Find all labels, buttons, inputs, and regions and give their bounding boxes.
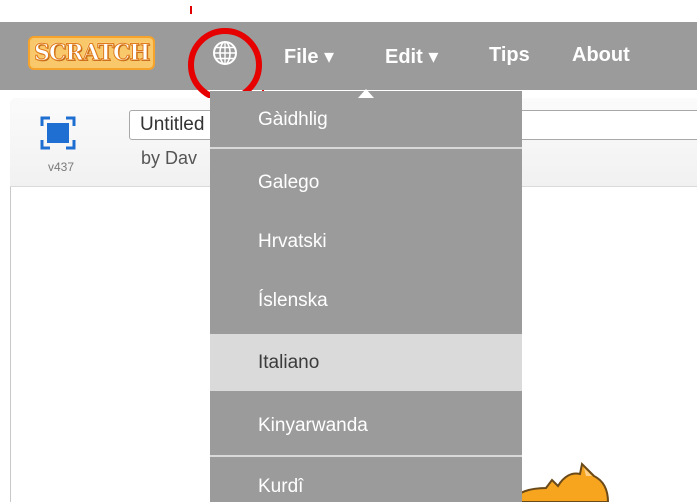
annotation-tick-left bbox=[190, 6, 192, 14]
cat-sprite[interactable] bbox=[508, 462, 618, 502]
scratch-logo[interactable]: SCRATCH bbox=[28, 36, 156, 70]
language-option-hrvatski[interactable]: Hrvatski bbox=[210, 213, 522, 270]
scratch-editor-screen: SCRATCH File ▾ Edit ▾ Tips About v437 by… bbox=[0, 0, 697, 502]
language-option-gaidhlig[interactable]: Gàidhlig bbox=[210, 91, 522, 148]
language-option-galego[interactable]: Galego bbox=[210, 154, 522, 211]
language-option-kurdi[interactable]: Kurdî bbox=[210, 458, 522, 502]
file-menu[interactable]: File ▾ bbox=[284, 44, 334, 69]
language-option-kinyarwanda[interactable]: Kinyarwanda bbox=[210, 397, 522, 454]
author-byline: by Dav bbox=[141, 148, 198, 168]
tips-menu[interactable]: Tips bbox=[489, 44, 530, 67]
menu-bar: SCRATCH File ▾ Edit ▾ Tips About bbox=[0, 22, 697, 90]
language-option-italiano[interactable]: Italiano bbox=[210, 334, 522, 391]
fullscreen-icon[interactable] bbox=[40, 116, 76, 150]
about-menu[interactable]: About bbox=[572, 44, 630, 67]
menu-divider bbox=[210, 147, 522, 149]
language-option-islenska[interactable]: Íslenska bbox=[210, 272, 522, 329]
menu-divider bbox=[210, 455, 522, 457]
edit-menu[interactable]: Edit ▾ bbox=[385, 44, 438, 69]
version-label: v437 bbox=[48, 160, 75, 174]
